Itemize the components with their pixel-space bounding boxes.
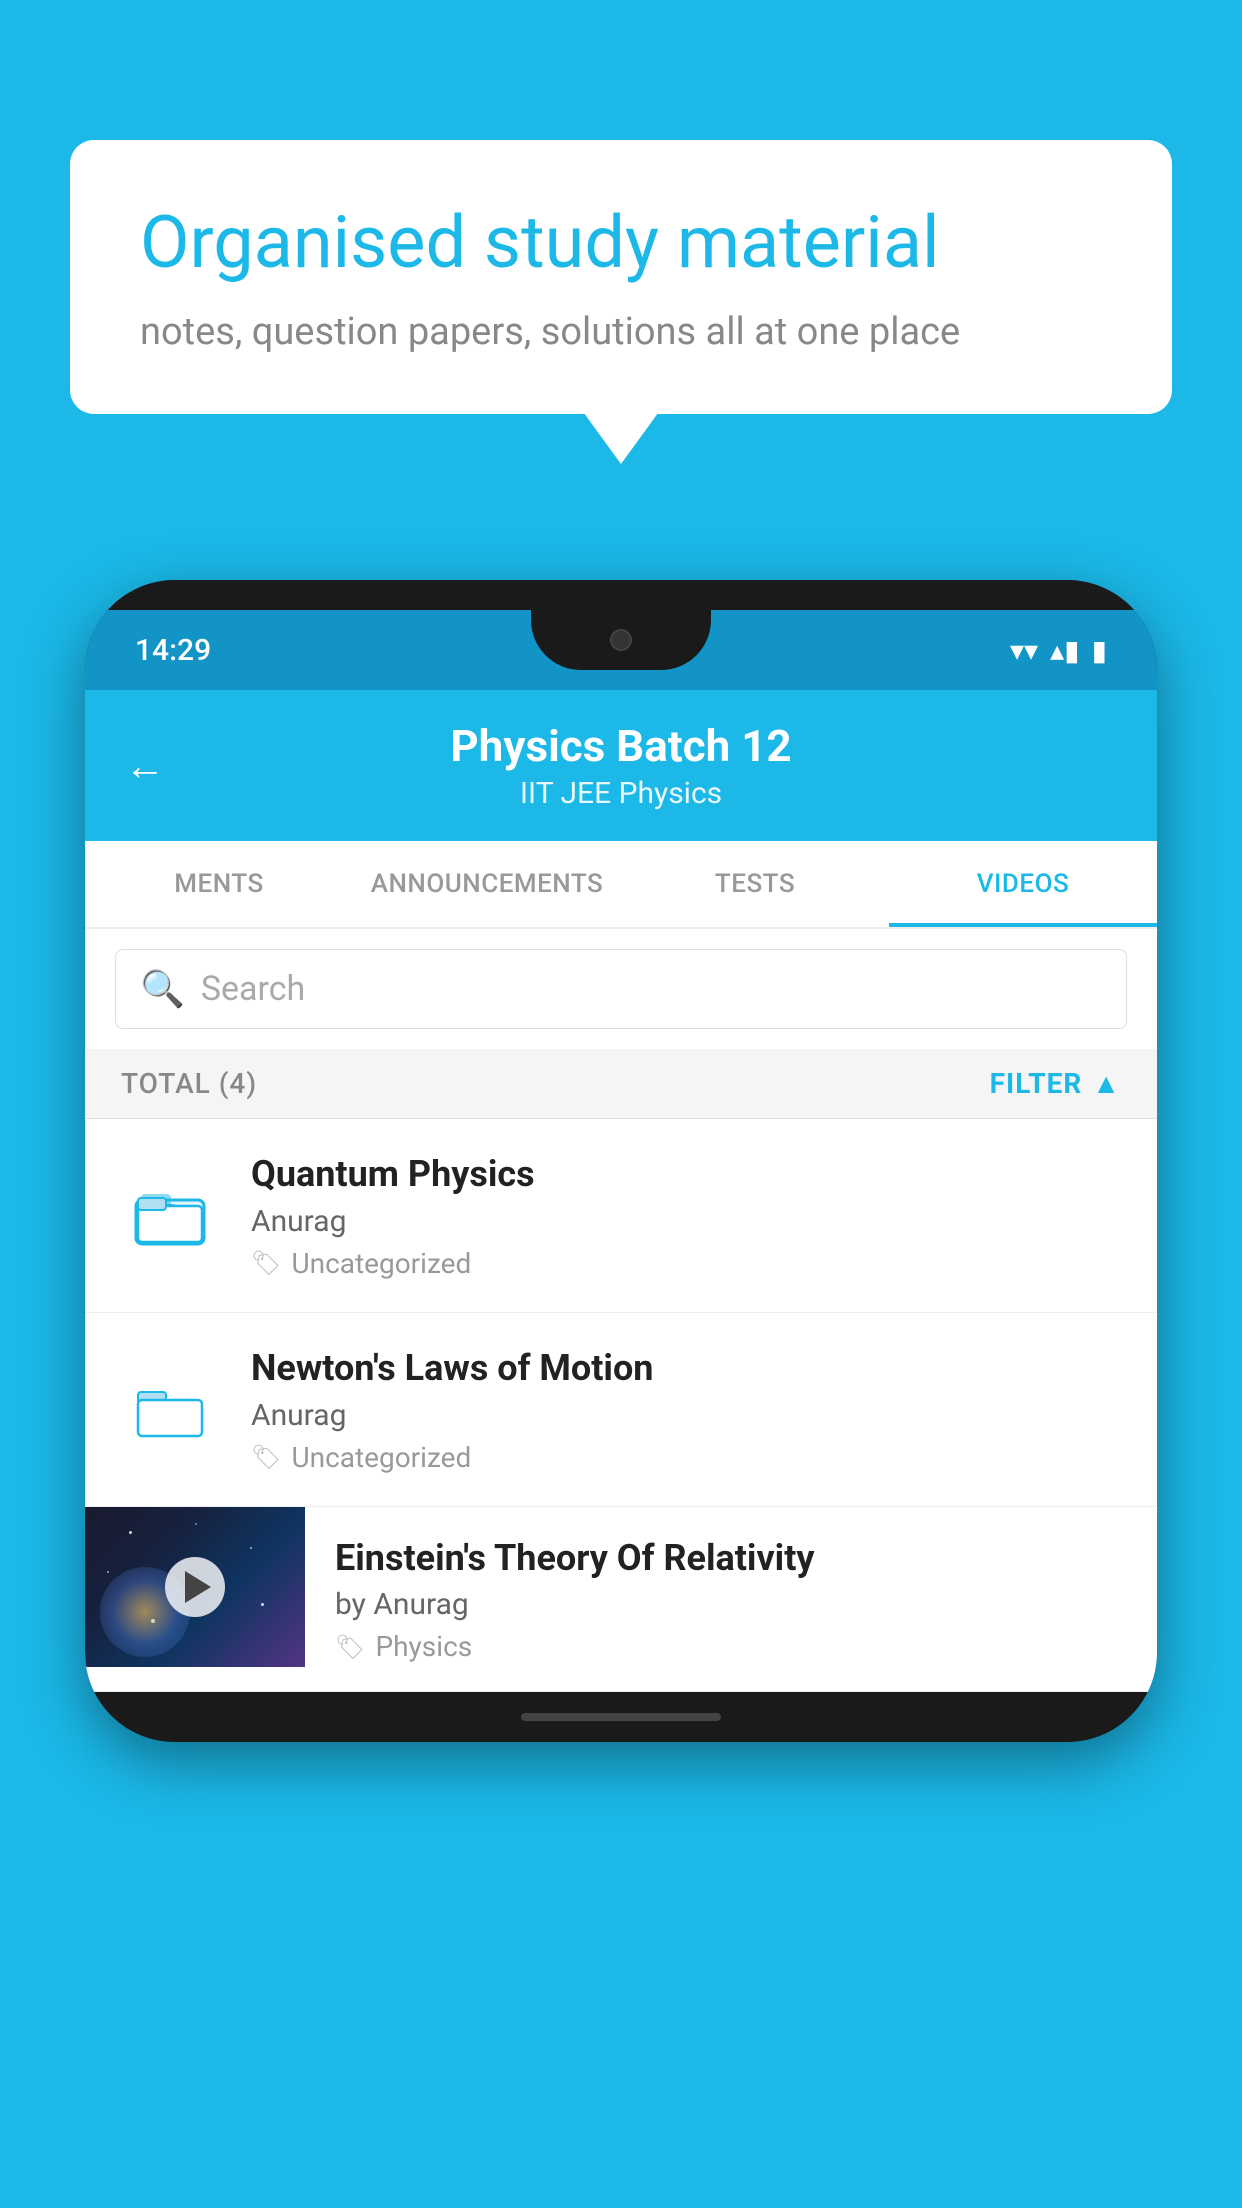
video-tag: 🏷 Physics <box>335 1630 1127 1663</box>
search-placeholder: Search <box>201 969 305 1009</box>
video-tag: 🏷 Uncategorized <box>251 1441 1121 1474</box>
phone-bottom-bar <box>85 1692 1157 1742</box>
search-input-wrapper[interactable]: 🔍 Search <box>115 949 1127 1029</box>
tabs-bar: MENTS ANNOUNCEMENTS TESTS VIDEOS <box>85 841 1157 929</box>
filter-button[interactable]: FILTER ▲ <box>990 1067 1121 1100</box>
tag-label: Uncategorized <box>291 1441 471 1474</box>
video-title: Quantum Physics <box>251 1151 1121 1198</box>
play-icon <box>185 1571 211 1603</box>
bubble-title: Organised study material <box>140 200 1102 286</box>
video-author: Anurag <box>251 1398 1121 1433</box>
search-icon: 🔍 <box>140 968 185 1010</box>
header-subtitle: IIT JEE Physics <box>125 776 1117 811</box>
video-list: Quantum Physics Anurag 🏷 Uncategorized <box>85 1119 1157 1692</box>
tag-icon: 🏷 <box>335 1633 365 1661</box>
video-title: Einstein's Theory Of Relativity <box>335 1535 1127 1582</box>
back-button[interactable]: ← <box>125 742 165 789</box>
status-bar: 14:29 ▾▾ ▴▮ ▮ <box>85 610 1157 690</box>
list-item[interactable]: Quantum Physics Anurag 🏷 Uncategorized <box>85 1119 1157 1313</box>
tag-icon: 🏷 <box>251 1249 281 1277</box>
signal-icon: ▴▮ <box>1050 634 1079 667</box>
filter-label: FILTER <box>990 1067 1083 1100</box>
folder-icon-wrap <box>121 1180 221 1250</box>
video-thumbnail <box>85 1507 305 1667</box>
list-item[interactable]: Newton's Laws of Motion Anurag 🏷 Uncateg… <box>85 1313 1157 1507</box>
video-info: Quantum Physics Anurag 🏷 Uncategorized <box>251 1151 1121 1280</box>
video-title: Newton's Laws of Motion <box>251 1345 1121 1392</box>
camera-icon <box>610 629 632 651</box>
tab-announcements[interactable]: ANNOUNCEMENTS <box>353 841 621 927</box>
status-time: 14:29 <box>135 633 211 668</box>
search-bar-container: 🔍 Search <box>85 929 1157 1049</box>
tab-ments[interactable]: MENTS <box>85 841 353 927</box>
list-item[interactable]: Einstein's Theory Of Relativity by Anura… <box>85 1507 1157 1693</box>
folder-icon-wrap <box>121 1374 221 1444</box>
battery-icon: ▮ <box>1092 634 1107 667</box>
bubble-subtitle: notes, question papers, solutions all at… <box>140 310 1102 354</box>
tag-label: Physics <box>375 1630 472 1663</box>
video-author: by Anurag <box>335 1587 1127 1622</box>
header-title: Physics Batch 12 <box>125 720 1117 772</box>
filter-row: TOTAL (4) FILTER ▲ <box>85 1049 1157 1119</box>
play-button[interactable] <box>165 1557 225 1617</box>
video-tag: 🏷 Uncategorized <box>251 1247 1121 1280</box>
total-count-label: TOTAL (4) <box>121 1067 257 1100</box>
folder-icon <box>131 1374 211 1444</box>
app-header: ← Physics Batch 12 IIT JEE Physics <box>85 690 1157 841</box>
status-icons: ▾▾ ▴▮ ▮ <box>1010 634 1107 667</box>
video-info: Newton's Laws of Motion Anurag 🏷 Uncateg… <box>251 1345 1121 1474</box>
video-info: Einstein's Theory Of Relativity by Anura… <box>305 1507 1157 1692</box>
tab-videos[interactable]: VIDEOS <box>889 841 1157 927</box>
speech-bubble-container: Organised study material notes, question… <box>70 140 1172 414</box>
phone-device: 14:29 ▾▾ ▴▮ ▮ ← Physics Batch 12 IIT JEE… <box>85 580 1157 1742</box>
notch <box>531 610 711 670</box>
tab-tests[interactable]: TESTS <box>621 841 889 927</box>
tag-label: Uncategorized <box>291 1247 471 1280</box>
speech-bubble: Organised study material notes, question… <box>70 140 1172 414</box>
phone-screen: ← Physics Batch 12 IIT JEE Physics MENTS… <box>85 690 1157 1692</box>
wifi-icon: ▾▾ <box>1010 634 1038 667</box>
phone-top-bar <box>85 580 1157 610</box>
video-author: Anurag <box>251 1204 1121 1239</box>
filter-icon: ▲ <box>1092 1067 1121 1100</box>
folder-icon <box>131 1180 211 1250</box>
tag-icon: 🏷 <box>251 1443 281 1471</box>
home-bar <box>521 1713 721 1721</box>
phone-wrapper: 14:29 ▾▾ ▴▮ ▮ ← Physics Batch 12 IIT JEE… <box>85 580 1157 1742</box>
